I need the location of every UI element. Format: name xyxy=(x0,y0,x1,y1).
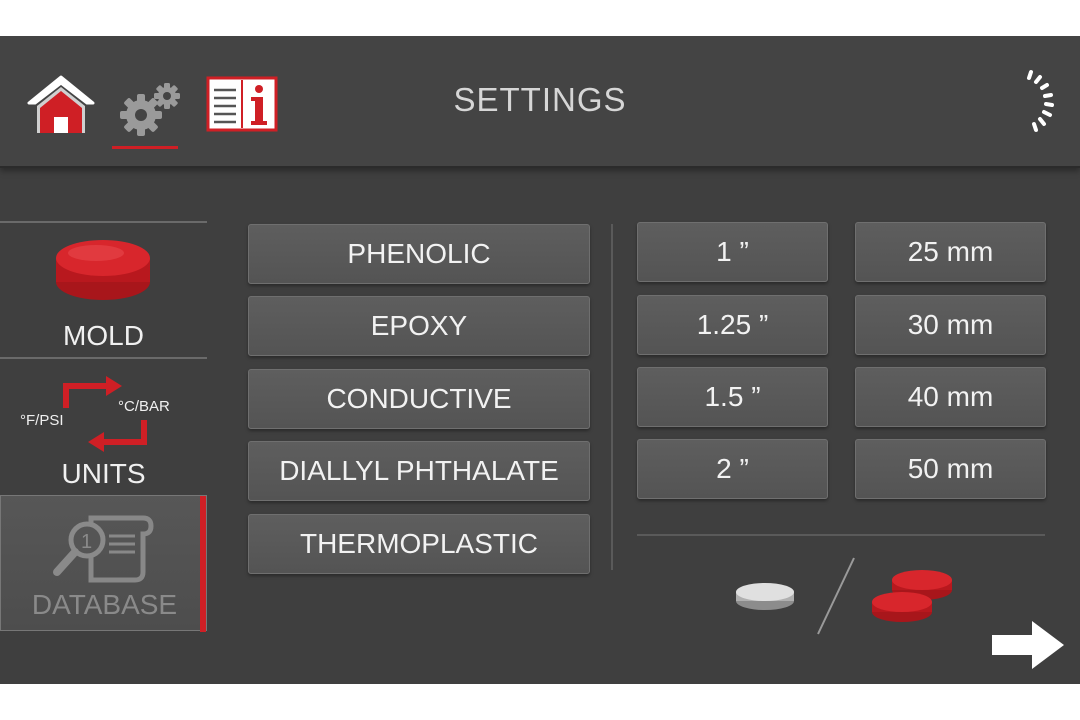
separator-slash-icon xyxy=(817,557,855,635)
sidebar-divider xyxy=(0,221,207,223)
size-25-mm-button[interactable]: 25 mm xyxy=(855,222,1046,282)
power-loading-icon[interactable] xyxy=(985,68,1057,140)
sidebar-label-mold: MOLD xyxy=(63,320,144,351)
sidebar-item-units[interactable]: °F/PSI °C/BAR UNITS xyxy=(0,360,207,494)
sidebar-label-database: DATABASE xyxy=(31,589,178,620)
size-1-inch-button[interactable]: 1 ” xyxy=(637,222,828,282)
size-section-divider xyxy=(637,534,1045,536)
size-50-mm-button[interactable]: 50 mm xyxy=(855,439,1046,499)
material-epoxy-button[interactable]: EPOXY xyxy=(248,296,590,356)
database-search-icon: 1 xyxy=(53,515,154,583)
home-icon[interactable] xyxy=(27,73,95,135)
material-diallyl-phthalate-button[interactable]: DIALLYL PHTHALATE xyxy=(248,441,590,501)
header-bar: SETTINGS xyxy=(0,36,1080,168)
active-tab-underline xyxy=(112,146,178,149)
material-conductive-button[interactable]: CONDUCTIVE xyxy=(248,369,590,429)
active-indicator-bar xyxy=(200,496,206,632)
sidebar-item-mold[interactable]: MOLD xyxy=(0,224,207,356)
size-2-inch-button[interactable]: 2 ” xyxy=(637,439,828,499)
info-manual-icon[interactable] xyxy=(206,76,278,132)
size-40-mm-button[interactable]: 40 mm xyxy=(855,367,1046,427)
material-phenolic-button[interactable]: PHENOLIC xyxy=(248,224,590,284)
unit-celsius-bar-label: °C/BAR xyxy=(118,398,170,415)
size-1-25-inch-button[interactable]: 1.25 ” xyxy=(637,295,828,355)
single-disc-icon[interactable] xyxy=(734,581,796,611)
sidebar-item-database[interactable]: 1 DATABASE xyxy=(0,495,207,632)
double-disc-icon[interactable] xyxy=(870,568,956,624)
svg-text:1: 1 xyxy=(81,531,92,553)
gear-icon[interactable] xyxy=(117,81,183,137)
size-1-5-inch-button[interactable]: 1.5 ” xyxy=(637,367,828,427)
size-30-mm-button[interactable]: 30 mm xyxy=(855,295,1046,355)
page-title: SETTINGS xyxy=(453,81,627,118)
material-thermoplastic-button[interactable]: THERMOPLASTIC xyxy=(248,514,590,574)
column-divider xyxy=(611,224,613,570)
sidebar-divider xyxy=(0,357,207,359)
sidebar-label-units: UNITS xyxy=(61,458,146,489)
arrow-right-icon[interactable] xyxy=(990,619,1066,671)
settings-screen: SETTINGS MOLD °F/PSI °C/BAR UNITS 1 DATA… xyxy=(0,36,1080,684)
mold-disc-icon xyxy=(56,240,150,300)
unit-fahrenheit-psi-label: °F/PSI xyxy=(20,412,64,429)
